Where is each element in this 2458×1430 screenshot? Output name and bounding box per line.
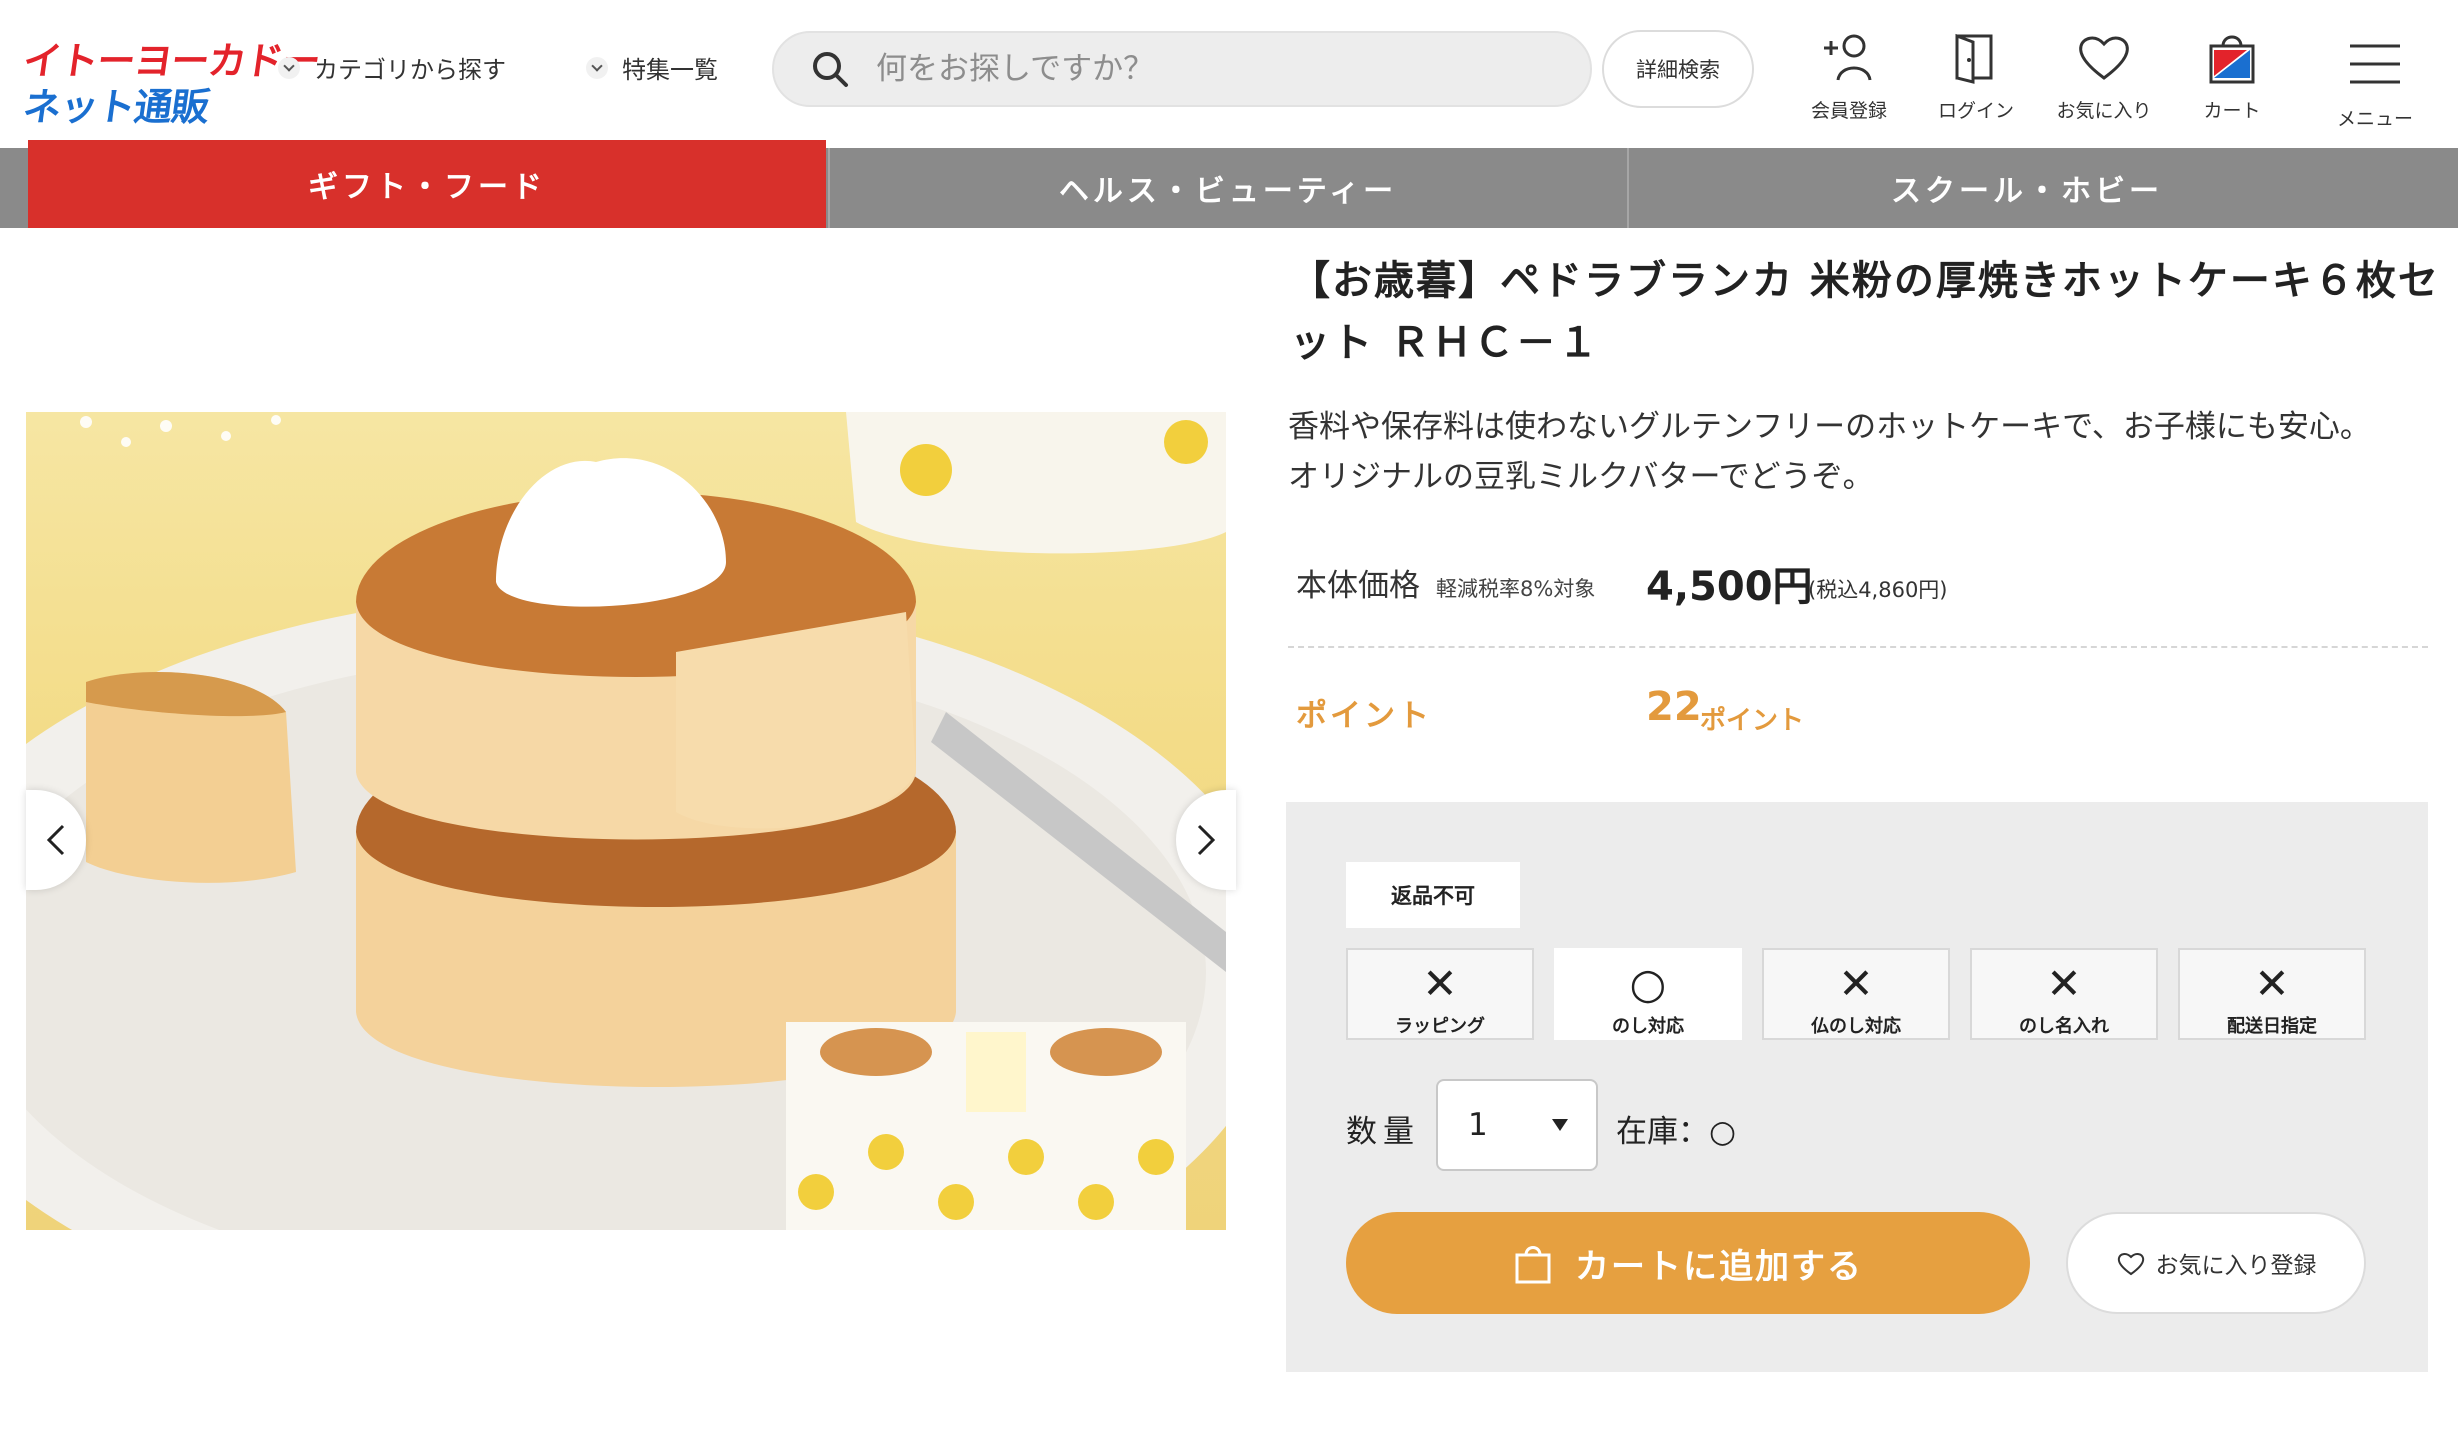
points-label: ポイント [1296,698,1432,734]
tab-gift-food[interactable]: ギフト・フード [28,140,826,228]
nav-category-search[interactable]: カテゴリから探す [278,50,506,85]
option-label: ラッピング [1395,1016,1485,1037]
product-image[interactable] [26,412,1226,1230]
favorites-button[interactable]: お気に入り [2049,28,2159,123]
cart-label: カート [2203,100,2261,122]
option-noshi: ○ のし対応 [1554,948,1742,1040]
option-label: 配送日指定 [2227,1016,2317,1037]
price-with-tax: (税込4,860円) [1808,578,1948,602]
description-line: オリジナルの豆乳ミルクバターでどうぞ。 [1288,459,1874,495]
unavailable-mark: ✕ [2046,959,2082,1008]
no-return-badge: 返品不可 [1346,862,1520,928]
option-wrapping: ✕ ラッピング [1346,948,1534,1040]
stock-status: 在庫：○ [1616,1114,1737,1150]
search-input[interactable] [876,51,1556,87]
option-label: 仏のし対応 [1811,1016,1901,1037]
menu-label: メニュー [2336,108,2413,130]
option-label: のし対応 [1612,1016,1684,1037]
menu-button[interactable]: メニュー [2320,36,2430,131]
price-value: 4,500円 [1646,564,1813,610]
favorites-label: お気に入り [2056,100,2152,122]
add-favorite-button[interactable]: お気に入り登録 [2066,1212,2366,1314]
menu-icon [2350,44,2400,84]
unavailable-mark: ✕ [1422,959,1458,1008]
description-line: 香料や保存料は使わないグルテンフリーのホットケーキで、お子様にも安心。 [1288,409,2371,445]
add-to-cart-label: カートに追加する [1575,1246,1863,1287]
option-noshi-name: ✕ のし名入れ [1970,948,2158,1040]
chevron-left-icon [46,824,65,856]
add-favorite-label: お気に入り登録 [2155,1253,2317,1279]
product-title: 【お歳暮】ペドラブランカ 米粉の厚焼きホットケーキ６枚セット ＲＨＣ－１ [1290,258,2440,366]
tax-rate-label: 軽減税率8%対象 [1436,577,1596,601]
purchase-panel: 返品不可 ✕ ラッピング ○ のし対応 ✕ 仏のし対応 ✕ のし名入れ ✕ 配送… [1286,802,2428,1372]
unavailable-mark: ✕ [1838,959,1874,1008]
register-button[interactable]: 会員登録 [1794,28,1904,123]
register-label: 会員登録 [1810,100,1887,122]
detail-search-button[interactable]: 詳細検索 [1602,30,1754,108]
site-header: イトーヨーカドー ネット通販 カテゴリから探す 特集一覧 詳細検索 会員登録 [0,0,2458,148]
chevron-down-icon [278,56,300,79]
login-button[interactable]: ログイン [1921,28,2031,123]
nav-label: 特集一覧 [622,56,718,84]
divider [1288,646,2428,648]
login-label: ログイン [1937,100,2014,122]
nav-features[interactable]: 特集一覧 [586,50,718,85]
category-bar: ギフト・フード ヘルス・ビューティー スクール・ホビー [0,140,2458,228]
login-icon [1955,33,1993,84]
add-user-icon [1824,34,1872,81]
quantity-select[interactable]: 1 [1436,1079,1598,1171]
option-buddhist-noshi: ✕ 仏のし対応 [1762,948,1950,1040]
logo-line2: ネット通販 [20,85,212,129]
search-bar[interactable] [772,31,1592,107]
product-description: 香料や保存料は使わないグルテンフリーのホットケーキで、お子様にも安心。 オリジナ… [1288,402,2438,502]
option-label: のし名入れ [2019,1016,2109,1037]
tab-school-hobby[interactable]: スクール・ホビー [1627,148,2425,228]
unavailable-mark: ✕ [2254,959,2290,1008]
heart-icon [2117,1253,2144,1276]
pancake-illustration [26,412,1226,1230]
add-to-cart-button[interactable]: カートに追加する [1346,1212,2030,1314]
chevron-right-icon [1197,824,1216,856]
search-icon [813,52,848,87]
available-mark: ○ [1629,959,1667,1008]
quantity-label: 数量 [1346,1114,1420,1150]
shopping-bag-icon [1515,1246,1551,1284]
points-value: 22 [1646,684,1702,730]
cart-icon [2209,35,2255,84]
nav-label: カテゴリから探す [314,56,506,84]
price-label: 本体価格 [1296,568,1420,604]
cart-button[interactable]: カート [2177,28,2287,123]
tab-health-beauty[interactable]: ヘルス・ビューティー [828,148,1626,228]
heart-icon [2079,36,2129,80]
chevron-down-icon [586,56,608,79]
site-logo[interactable]: イトーヨーカドー ネット通販 [20,30,322,129]
option-delivery-date: ✕ 配送日指定 [2178,948,2366,1040]
dropdown-triangle-icon [1552,1119,1568,1131]
points-unit: ポイント [1700,706,1805,736]
quantity-value: 1 [1468,1107,1488,1143]
price-row: 本体価格 軽減税率8%対象 4,500円 (税込4,860円) [1296,560,1948,610]
